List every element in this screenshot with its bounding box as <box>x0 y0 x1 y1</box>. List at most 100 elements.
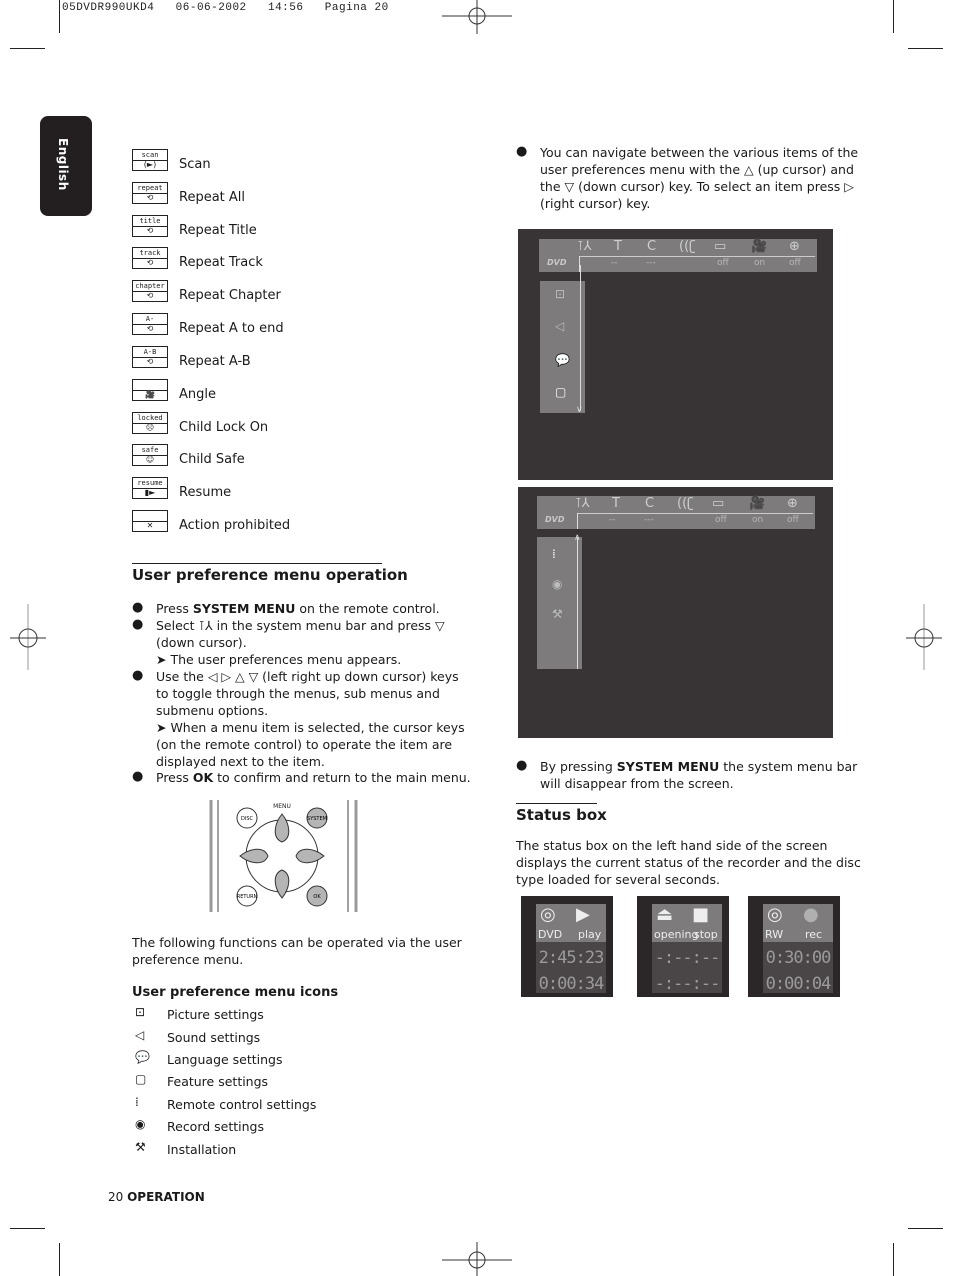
section-rule <box>132 563 382 564</box>
menu-bar-value: -- <box>611 258 618 268</box>
status-icon-row: A- ⟲ Repeat A to end <box>132 313 392 337</box>
page-number: 20 <box>108 1190 124 1204</box>
status-icon-label: Repeat All <box>179 190 246 205</box>
status-icon-label: Repeat Track <box>179 255 263 270</box>
status-icon-label: Angle <box>179 387 216 402</box>
crop-mark <box>893 1243 894 1276</box>
system-menu-bar: ⊺⅄ T C ((ʗ ▭ 🎥 ⊕ DVD -- --- off on off <box>537 496 815 529</box>
language-settings-icon[interactable]: 💬 <box>555 353 570 367</box>
picture-settings-icon[interactable]: ⊡ <box>555 287 565 301</box>
print-header: 05DVDR990UKD4 06-06-2002 14:56 Pagina 20 <box>62 2 389 14</box>
child-safe-icon: safe ☺ <box>132 444 168 466</box>
pref-icon-label: Installation <box>167 1142 237 1157</box>
menu-bar-icon[interactable]: ⊕ <box>789 239 800 254</box>
status-icon-row: 🎥 Angle <box>132 379 392 403</box>
menu-bar-icon[interactable]: ⊺⅄ <box>577 239 592 254</box>
menu-bar-value: off <box>787 515 799 525</box>
installation-icon[interactable]: ⚒ <box>552 607 563 621</box>
elapsed-time: 0:00:34 <box>538 974 605 994</box>
crop-mark <box>10 1228 45 1229</box>
bullet-icon: ● <box>516 144 528 159</box>
functions-intro: The following functions can be operated … <box>132 935 462 967</box>
bullet-icon: ● <box>132 668 144 683</box>
operation-step-2: Select ⊺⅄ in the system menu bar and pre… <box>156 618 445 667</box>
status-icon-label: Child Safe <box>179 452 245 467</box>
print-time: 14:56 <box>267 2 304 14</box>
registration-mark-bottom <box>442 1242 512 1276</box>
operation-title: User preference menu operation <box>132 566 408 584</box>
pref-icon-label: Feature settings <box>167 1074 269 1089</box>
menu-bar-value: -- <box>609 515 616 525</box>
language-tab: English <box>40 116 92 216</box>
menu-bar-icon[interactable]: ▭ <box>712 496 724 511</box>
menu-bar-icon[interactable]: C <box>645 496 654 511</box>
status-icon-row: A-B ⟲ Repeat A-B <box>132 346 392 370</box>
status-icon-row: locked ☹ Child Lock On <box>132 412 392 436</box>
bullet-icon: ● <box>516 758 528 773</box>
status-icon-row: resume ▮► Resume <box>132 477 392 501</box>
repeat-title-icon: title ⟲ <box>132 215 168 237</box>
crop-mark <box>893 0 894 33</box>
status-icon-label: Repeat A-B <box>179 354 251 369</box>
menu-bar-value: off <box>715 515 727 525</box>
status-box: ⏏ ■ opening stop -:--:-- -:--:-- <box>637 896 729 997</box>
svg-text:DISC: DISC <box>241 816 253 822</box>
pref-icon-label: Record settings <box>167 1119 265 1134</box>
menu-bar-icon[interactable]: 🎥 <box>751 239 767 254</box>
state-label: stop <box>694 928 718 941</box>
remote-control-illustration: MENU DISC SYSTEM RETURN OK <box>208 800 360 912</box>
registration-mark-right <box>906 604 942 670</box>
print-page: Pagina 20 <box>324 2 389 14</box>
system-menu-note: By pressing SYSTEM MENU the system menu … <box>540 759 858 791</box>
language-tab-label: English <box>56 138 70 191</box>
menu-bar-icon[interactable]: C <box>647 239 656 254</box>
total-time: 2:45:23 <box>538 948 605 968</box>
navigate-text: You can navigate between the various ite… <box>540 145 859 211</box>
sound-settings-icon[interactable]: ◁ <box>555 319 564 333</box>
menu-bar-icon[interactable]: ▭ <box>714 239 726 254</box>
pref-side-menu: ⁞ ◉ ⚒ <box>537 537 582 669</box>
record-settings-icon[interactable]: ◉ <box>552 577 562 591</box>
status-icon-row: track ⟲ Repeat Track <box>132 247 392 271</box>
record-settings-icon: ◉ <box>135 1117 146 1131</box>
status-icon-label: Child Lock On <box>179 420 269 435</box>
disc-label: DVD <box>538 928 563 941</box>
installation-icon: ⚒ <box>135 1140 146 1154</box>
bullet-icon: ● <box>132 600 144 615</box>
operation-step-1: Press SYSTEM MENU on the remote control. <box>156 601 440 616</box>
status-box: ◎ ● RW rec 0:30:00 0:00:04 <box>748 896 840 997</box>
menu-bar-icon[interactable]: ⊺⅄ <box>575 496 590 511</box>
menu-screen-1: ⊺⅄ T C ((ʗ ▭ 🎥 ⊕ DVD -- --- off on off ⊡ ◁ 💬 ▢ ∨ <box>518 229 833 480</box>
prohibited-icon: ✕ <box>132 510 168 532</box>
menu-bar-icon[interactable]: ⊕ <box>787 496 798 511</box>
menu-bar-icon[interactable]: ((ʗ <box>679 239 696 254</box>
total-time: -:--:-- <box>654 948 721 968</box>
pref-icon-label: Language settings <box>167 1052 283 1067</box>
remote-settings-icon[interactable]: ⁞ <box>552 547 556 561</box>
remote-settings-icon: ⁞ <box>135 1095 139 1109</box>
crop-mark <box>908 48 943 49</box>
menu-bar-value: off <box>717 258 729 268</box>
feature-settings-icon[interactable]: ▢ <box>555 385 566 399</box>
scroll-indicator <box>580 265 581 411</box>
menu-bar-value: off <box>789 258 801 268</box>
menu-bar-icon[interactable]: T <box>612 496 620 511</box>
sound-settings-icon: ◁ <box>135 1028 145 1042</box>
up-arrow-icon: ∧ <box>574 533 581 543</box>
disc-icon: ◎ <box>767 904 783 925</box>
record-icon: ● <box>803 904 819 925</box>
menu-bar-icon[interactable]: ((ʗ <box>677 496 694 511</box>
menu-bar-icon[interactable]: T <box>614 239 622 254</box>
pref-icon-label: Picture settings <box>167 1007 264 1022</box>
feature-settings-icon: ▢ <box>135 1072 147 1086</box>
menu-bar-icon[interactable]: 🎥 <box>749 496 765 511</box>
repeat-icon: repeat ⟲ <box>132 182 168 204</box>
section-rule <box>516 803 597 804</box>
svg-text:RETURN: RETURN <box>237 894 258 900</box>
status-icon-label: Resume <box>179 485 232 500</box>
registration-mark-left <box>10 604 46 670</box>
status-icon-row: scan (►) Scan <box>132 149 392 173</box>
status-icon-label: Scan <box>179 157 211 172</box>
resume-icon: resume ▮► <box>132 477 168 499</box>
stop-icon: ■ <box>692 904 710 925</box>
